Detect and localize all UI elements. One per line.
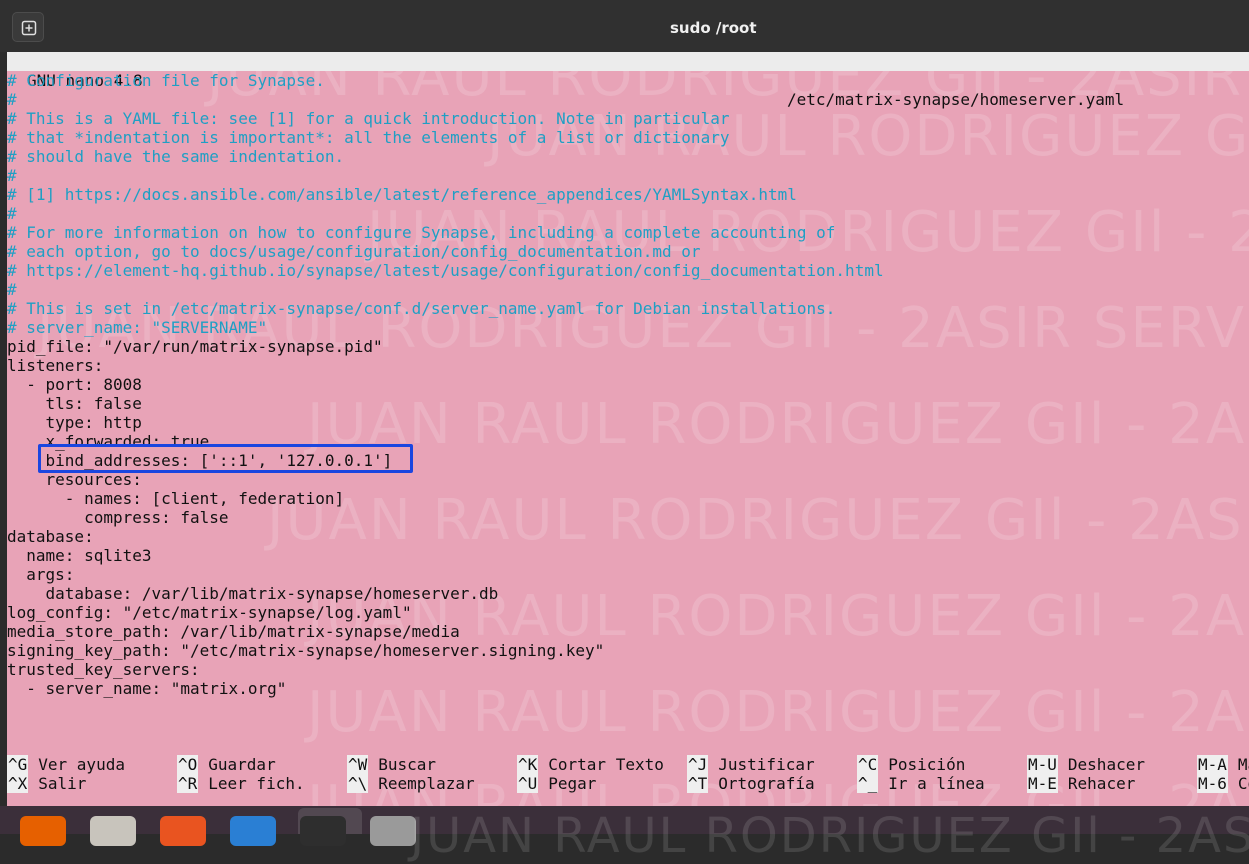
bind-addresses-highlight <box>38 444 413 473</box>
shortcut-key: ^X <box>7 774 29 793</box>
shortcut-key: M-A <box>1197 755 1228 774</box>
shortcut-item: ^O Guardar <box>177 755 276 774</box>
shortcut-item: M-E Rehacer <box>1027 774 1135 793</box>
code-line: tls: false <box>7 394 142 413</box>
code-line: database: <box>7 527 94 546</box>
shortcut-key: ^T <box>687 774 709 793</box>
comment-line: # <box>7 90 17 109</box>
firefox-icon[interactable] <box>20 816 66 846</box>
code-line: database: /var/lib/matrix-synapse/homese… <box>7 584 499 603</box>
shortcut-item: ^_ Ir a línea <box>857 774 985 793</box>
shortcut-key: ^W <box>347 755 369 774</box>
shortcut-label: Co <box>1237 774 1249 793</box>
shortcut-item: ^W Buscar <box>347 755 436 774</box>
shortcut-label: Deshacer <box>1067 755 1145 774</box>
window-titlebar: sudo /root <box>0 0 1249 52</box>
shortcut-item: ^X Salir <box>7 774 86 793</box>
shortcut-item: M-U Deshacer <box>1027 755 1145 774</box>
files-icon[interactable] <box>90 816 136 846</box>
shortcut-label: Justificar <box>718 755 815 774</box>
comment-line: # [1] https://docs.ansible.com/ansible/l… <box>7 185 797 204</box>
shortcut-key: ^R <box>177 774 199 793</box>
shortcut-label: Buscar <box>378 755 437 774</box>
shortcut-key: ^C <box>857 755 879 774</box>
shortcut-item: ^C Posición <box>857 755 965 774</box>
code-line: type: http <box>7 413 142 432</box>
nano-header: GNU nano 4.8 /etc/matrix-synapse/homeser… <box>7 52 1249 109</box>
shortcut-key: ^K <box>517 755 539 774</box>
shortcut-item: ^R Leer fich. <box>177 774 305 793</box>
comment-line: # each option, go to docs/usage/configur… <box>7 242 701 261</box>
shortcut-item: ^T Ortografía <box>687 774 815 793</box>
code-line: pid_file: "/var/run/matrix-synapse.pid" <box>7 337 383 356</box>
shortcut-label: Cortar Texto <box>548 755 664 774</box>
shortcut-key: ^_ <box>857 774 879 793</box>
comment-line: # This is set in /etc/matrix-synapse/con… <box>7 299 836 318</box>
shortcut-label: Ir a línea <box>888 774 985 793</box>
shortcut-key: ^G <box>7 755 29 774</box>
shortcut-label: Guardar <box>208 755 276 774</box>
code-line: - port: 8008 <box>7 375 142 394</box>
shortcut-label: Leer fich. <box>208 774 305 793</box>
file-content[interactable]: # Configuration file for Synapse. # # This… <box>7 71 884 698</box>
code-line: signing_key_path: "/etc/matrix-synapse/h… <box>7 641 605 660</box>
code-line: name: sqlite3 <box>7 546 152 565</box>
shortcut-label: Ortografía <box>718 774 815 793</box>
shortcut-key: M-E <box>1027 774 1058 793</box>
shortcut-key: M-6 <box>1197 774 1228 793</box>
shortcut-key: ^U <box>517 774 539 793</box>
shortcut-item: ^U Pegar <box>517 774 596 793</box>
comment-line: # should have the same indentation. <box>7 147 345 166</box>
taskbar-watermark: JUAN RAUL RODRIGUEZ GIl - 2ASIR SERVER <box>410 808 1249 864</box>
shortcut-item: ^G Ver ayuda <box>7 755 125 774</box>
shortcut-label: Pegar <box>548 774 597 793</box>
comment-line: # that *indentation is important*: all t… <box>7 128 730 147</box>
help-icon[interactable] <box>230 816 276 846</box>
code-line: - names: [client, federation] <box>7 489 345 508</box>
code-line: listeners: <box>7 356 104 375</box>
comment-line: # Configuration file for Synapse. <box>7 71 325 90</box>
shortcut-label: Rehacer <box>1067 774 1136 793</box>
comment-line: # <box>7 280 17 299</box>
comment-line: # <box>7 166 17 185</box>
shortcut-item: M-6 Co <box>1197 774 1249 793</box>
comment-line: # https://element-hq.github.io/synapse/l… <box>7 261 884 280</box>
shortcut-label: Ma <box>1237 755 1249 774</box>
code-line: compress: false <box>7 508 229 527</box>
terminal-icon[interactable] <box>300 816 346 846</box>
window-title: sudo /root <box>670 19 757 37</box>
code-line: log_config: "/etc/matrix-synapse/log.yam… <box>7 603 412 622</box>
code-line: - server_name: "matrix.org" <box>7 679 287 698</box>
comment-line: # For more information on how to configu… <box>7 223 836 242</box>
shortcut-item: ^J Justificar <box>687 755 815 774</box>
shortcut-key: ^J <box>687 755 709 774</box>
code-line: media_store_path: /var/lib/matrix-synaps… <box>7 622 460 641</box>
shortcut-item: M-A Ma <box>1197 755 1249 774</box>
shortcut-key: ^O <box>177 755 199 774</box>
comment-line: # server_name: "SERVERNAME" <box>7 318 268 337</box>
comment-line: # This is a YAML file: see [1] for a qui… <box>7 109 730 128</box>
shortcut-key: ^\ <box>347 774 369 793</box>
code-line: trusted_key_servers: <box>7 660 200 679</box>
shortcut-label: Ver ayuda <box>38 755 125 774</box>
code-line: args: <box>7 565 75 584</box>
shortcut-label: Reemplazar <box>378 774 475 793</box>
shortcut-key: M-U <box>1027 755 1058 774</box>
shortcut-item: ^\ Reemplazar <box>347 774 475 793</box>
terminal-area[interactable]: JUAN RAUL RODRIGUEZ GIl - 2ASIR SERVERJU… <box>7 52 1249 806</box>
shortcut-label: Posición <box>888 755 966 774</box>
taskbar: JUAN RAUL RODRIGUEZ GIl - 2ASIR SERVER <box>0 806 1249 864</box>
software-store-icon[interactable] <box>160 816 206 846</box>
comment-line: # <box>7 204 17 223</box>
shortcut-item: ^K Cortar Texto <box>517 755 664 774</box>
shortcut-bar: ^G Ver ayuda ^X Salir ^O Guardar ^R Leer fich. ^… <box>7 755 1249 795</box>
shortcut-label: Salir <box>38 774 87 793</box>
